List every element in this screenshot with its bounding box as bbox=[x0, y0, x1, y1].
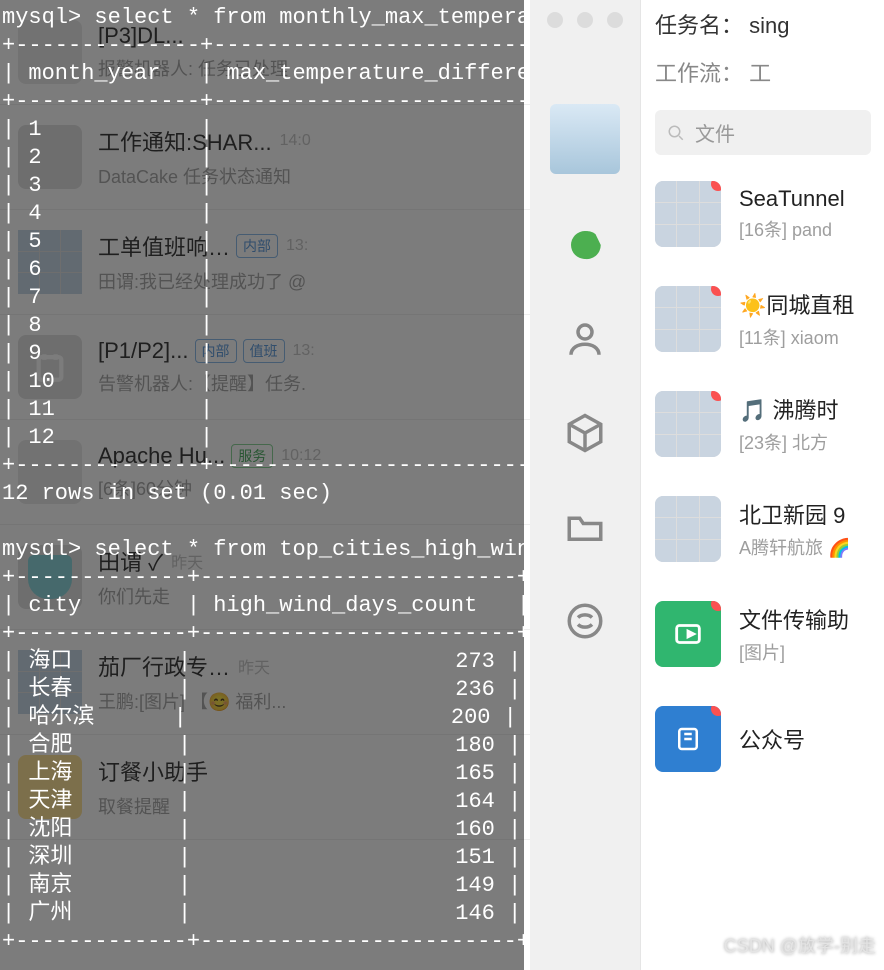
terminal-output[interactable]: mysql> select * from monthly_max_tempera… bbox=[0, 0, 524, 970]
search-placeholder: 文件 bbox=[695, 118, 735, 147]
contact-item[interactable]: SeaTunnel [16条] pand bbox=[641, 161, 884, 266]
window-controls[interactable] bbox=[530, 12, 640, 28]
unread-dot bbox=[711, 286, 721, 296]
box-icon[interactable] bbox=[562, 410, 608, 456]
contacts-panel: 任务名： sing 工作流： 工 文件 SeaTunnel[16条] pand … bbox=[640, 0, 884, 970]
contact-item[interactable]: 公众号 bbox=[641, 686, 884, 791]
unread-dot bbox=[711, 601, 721, 611]
contact-sub: [16条] pand bbox=[739, 216, 845, 242]
contact-item[interactable]: 🎵 沸腾时 [23条] 北方 bbox=[641, 371, 884, 476]
avatar bbox=[655, 496, 721, 562]
search-input[interactable]: 文件 bbox=[655, 110, 871, 155]
dock-avatar[interactable] bbox=[550, 104, 620, 174]
unread-dot bbox=[711, 391, 721, 401]
contact-sub: [23条] 北方 bbox=[739, 429, 839, 455]
avatar bbox=[655, 286, 721, 352]
contact-title: 🎵 沸腾时 bbox=[739, 393, 839, 425]
task-info-line: 工作流： 工 bbox=[641, 48, 884, 96]
task-info-line: 任务名： sing bbox=[641, 0, 884, 48]
search-icon bbox=[667, 124, 685, 142]
unread-dot bbox=[711, 706, 721, 716]
contact-sub: [11条] xiaom bbox=[739, 324, 854, 350]
contact-title: ☀️同城直租 bbox=[739, 288, 854, 320]
avatar bbox=[655, 706, 721, 772]
contact-item[interactable]: 北卫新园 9 A腾轩航旅 🌈 bbox=[641, 476, 884, 581]
contact-sub: A腾轩航旅 🌈 bbox=[739, 534, 850, 560]
sidebar-dock bbox=[530, 0, 640, 970]
contact-item[interactable]: ☀️同城直租 [11条] xiaom bbox=[641, 266, 884, 371]
folder-icon[interactable] bbox=[562, 504, 608, 550]
contact-title: SeaTunnel bbox=[739, 186, 845, 212]
contact-title: 文件传输助 bbox=[739, 603, 849, 635]
avatar bbox=[655, 391, 721, 457]
watermark: CSDN @放学-别走 bbox=[724, 932, 876, 958]
unread-dot bbox=[711, 181, 721, 191]
contacts-icon[interactable] bbox=[562, 316, 608, 362]
contact-title: 北卫新园 9 bbox=[739, 498, 850, 530]
contact-item[interactable]: 文件传输助 [图片] bbox=[641, 581, 884, 686]
contact-title: 公众号 bbox=[739, 723, 805, 755]
avatar bbox=[655, 601, 721, 667]
contact-sub: [图片] bbox=[739, 639, 849, 665]
chat-icon[interactable] bbox=[562, 222, 608, 268]
link-icon[interactable] bbox=[562, 598, 608, 644]
avatar bbox=[655, 181, 721, 247]
